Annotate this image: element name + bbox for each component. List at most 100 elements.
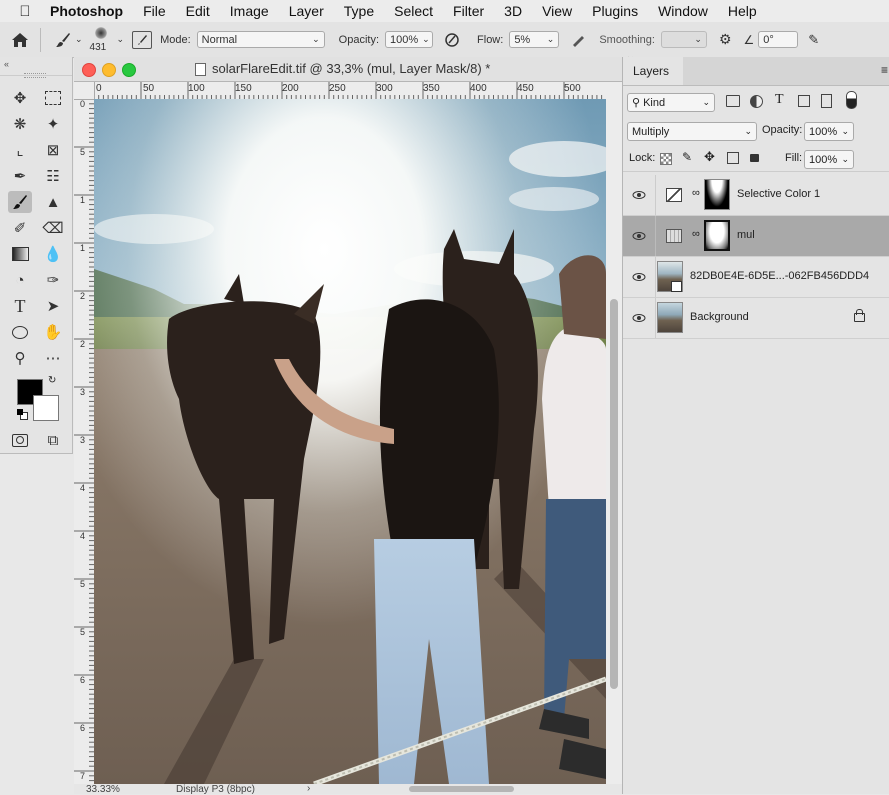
angle-input[interactable]: 0° <box>758 31 799 48</box>
move-tool-icon[interactable]: ✥ <box>8 87 32 109</box>
default-colors-icon[interactable] <box>17 409 28 420</box>
eye-icon[interactable] <box>632 270 646 284</box>
hand-tool-icon[interactable]: ✋ <box>41 321 65 343</box>
document-title-bar[interactable]: solarFlareEdit.tif @ 33,3% (mul, Layer M… <box>74 57 622 82</box>
horizontal-scrollbar-thumb[interactable] <box>409 786 514 792</box>
more-tools-icon[interactable]: ⋯ <box>41 347 65 369</box>
eye-icon[interactable] <box>632 188 646 202</box>
panel-menu-icon[interactable]: ≡ <box>881 63 888 77</box>
chevron-down-icon[interactable]: ⌄ <box>117 34 125 45</box>
panel-grip[interactable] <box>24 73 46 78</box>
eraser-icon[interactable]: ⌫ <box>41 217 65 239</box>
history-brush-icon[interactable]: ✐ <box>8 217 32 239</box>
layer-mask-thumbnail[interactable] <box>704 179 730 210</box>
fill-input[interactable]: 100% ⌄ <box>804 150 854 169</box>
vertical-scrollbar[interactable] <box>606 99 622 784</box>
gear-icon[interactable]: ⚙ <box>719 31 732 48</box>
lock-artboard-icon[interactable] <box>727 152 739 164</box>
zoom-window-button[interactable] <box>122 63 136 77</box>
path-selection-icon[interactable]: ➤ <box>41 295 65 317</box>
filter-type-icon[interactable]: T <box>775 92 784 108</box>
chevron-down-icon[interactable]: ⌄ <box>75 34 83 45</box>
crop-tool-icon[interactable]: ⌞ <box>8 139 32 161</box>
menu-app[interactable]: Photoshop <box>40 3 133 19</box>
dodge-tool-icon[interactable]: ◔ <box>8 269 32 291</box>
lasso-tool-icon[interactable]: ❋ <box>8 113 32 135</box>
type-tool-icon[interactable]: T <box>8 295 32 317</box>
smoothing-input[interactable]: ⌄ <box>660 31 707 48</box>
blend-mode-dropdown[interactable]: Multiply ⌄ <box>627 122 757 141</box>
pressure-opacity-icon[interactable] <box>441 32 463 48</box>
healing-brush-icon[interactable]: ☷ <box>41 165 65 187</box>
menu-select[interactable]: Select <box>384 3 443 19</box>
apple-menu-icon[interactable]:  <box>10 3 40 20</box>
lock-all-icon[interactable] <box>750 154 759 162</box>
close-window-button[interactable] <box>82 63 96 77</box>
ruler-origin[interactable] <box>74 82 95 100</box>
selective-color-adjustment-icon[interactable] <box>666 188 682 202</box>
ellipse-tool-icon[interactable] <box>8 321 32 343</box>
minimize-window-button[interactable] <box>102 63 116 77</box>
zoom-level[interactable]: 33.33% <box>86 784 120 795</box>
layer-row[interactable]: Background <box>623 298 889 339</box>
layer-name[interactable]: Selective Color 1 <box>737 188 820 200</box>
menu-type[interactable]: Type <box>334 3 384 19</box>
menu-view[interactable]: View <box>532 3 582 19</box>
blur-tool-icon[interactable]: 💧 <box>41 243 65 265</box>
swap-colors-icon[interactable]: ↻ <box>48 375 56 386</box>
menu-edit[interactable]: Edit <box>176 3 220 19</box>
menu-file[interactable]: File <box>133 3 176 19</box>
menu-3d[interactable]: 3D <box>494 3 532 19</box>
mode-dropdown[interactable]: Normal ⌄ <box>196 31 325 48</box>
layer-thumbnail[interactable] <box>666 229 682 243</box>
layer-thumbnail[interactable] <box>657 302 683 333</box>
menu-layer[interactable]: Layer <box>279 3 334 19</box>
brush-tool-icon[interactable] <box>51 31 75 49</box>
link-icon[interactable]: ∞ <box>692 187 700 199</box>
menu-plugins[interactable]: Plugins <box>582 3 648 19</box>
layer-name[interactable]: mul <box>737 229 755 241</box>
filter-pixel-icon[interactable] <box>726 95 740 107</box>
image-canvas[interactable] <box>94 99 606 784</box>
tab-layers[interactable]: Layers <box>623 57 683 85</box>
opacity-input[interactable]: 100% ⌄ <box>385 31 434 48</box>
menu-help[interactable]: Help <box>718 3 767 19</box>
link-icon[interactable]: ∞ <box>692 228 700 240</box>
brush-tool-icon[interactable] <box>8 191 32 213</box>
layer-row[interactable]: 82DB0E4E-6D5E...-062FB456DDD4 <box>623 257 889 298</box>
frame-tool-icon[interactable]: ⊠ <box>41 139 65 161</box>
layer-name[interactable]: Background <box>690 311 749 323</box>
layer-row[interactable]: ∞ Selective Color 1 <box>623 175 889 216</box>
pen-tool-icon[interactable]: ✑ <box>41 269 65 291</box>
vertical-ruler[interactable]: 0 5 1 1 2 2 3 3 4 4 5 5 6 6 7 <box>74 99 95 784</box>
filter-smart-object-icon[interactable] <box>821 94 832 108</box>
menu-window[interactable]: Window <box>648 3 718 19</box>
quick-mask-icon[interactable] <box>8 429 32 451</box>
screen-mode-icon[interactable]: ⧉ <box>41 429 65 451</box>
marquee-tool-icon[interactable] <box>41 87 65 109</box>
filter-kind-dropdown[interactable]: ⚲ Kind ⌄ <box>627 93 715 112</box>
home-icon[interactable] <box>0 32 40 48</box>
scrollbar-thumb[interactable] <box>610 299 618 689</box>
flow-input[interactable]: 5% ⌄ <box>509 31 560 48</box>
layer-mask-thumbnail[interactable] <box>704 220 730 251</box>
eye-icon[interactable] <box>632 229 646 243</box>
menu-image[interactable]: Image <box>220 3 279 19</box>
clone-stamp-icon[interactable]: ▲ <box>41 191 65 213</box>
airbrush-icon[interactable] <box>567 32 589 48</box>
filter-adjustment-icon[interactable] <box>750 95 763 108</box>
lock-image-icon[interactable]: ✎ <box>682 150 692 164</box>
brush-preset-picker[interactable]: 431 <box>89 24 113 56</box>
layer-row-selected[interactable]: ∞ mul <box>623 216 889 257</box>
lock-position-icon[interactable]: ✥ <box>704 149 715 165</box>
pressure-size-icon[interactable]: ✎ <box>808 32 819 48</box>
filter-toggle-icon[interactable] <box>846 91 857 109</box>
filter-shape-icon[interactable] <box>798 95 810 107</box>
brush-settings-icon[interactable] <box>132 30 153 49</box>
gradient-tool-icon[interactable] <box>8 243 32 265</box>
layer-opacity-input[interactable]: 100% ⌄ <box>804 122 854 141</box>
eyedropper-icon[interactable]: ✒ <box>8 165 32 187</box>
magic-wand-icon[interactable]: ✦ <box>41 113 65 135</box>
lock-transparent-icon[interactable] <box>660 153 672 165</box>
chevron-right-icon[interactable]: › <box>307 783 310 794</box>
